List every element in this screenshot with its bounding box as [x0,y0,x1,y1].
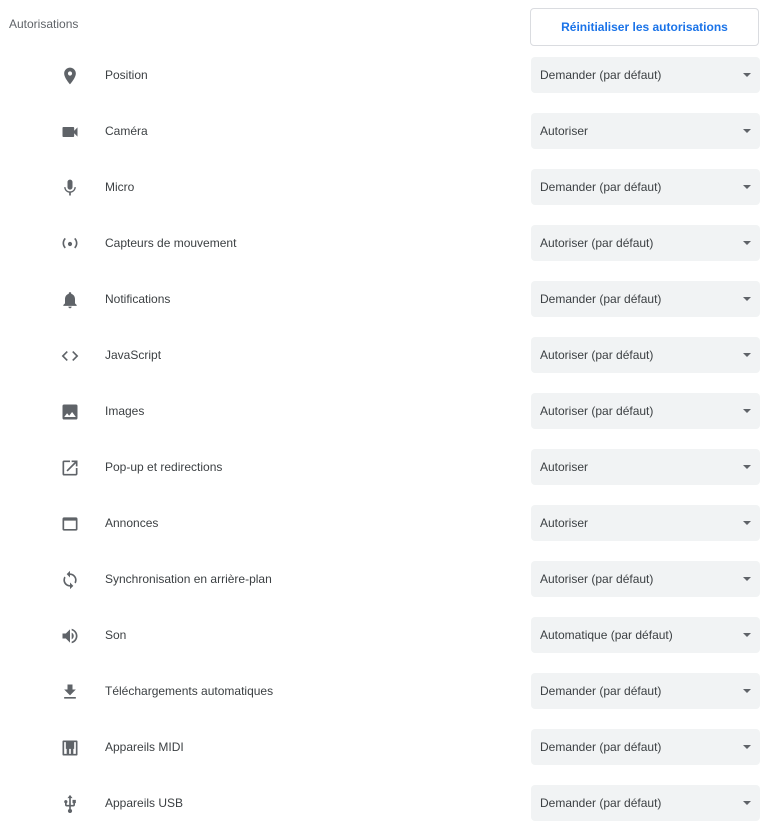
permission-row: Annonces Autoriser [0,496,761,552]
permission-select-value: Demander (par défaut) [540,68,662,82]
permission-select[interactable]: Automatique (par défaut) [531,617,760,653]
permission-label: Images [105,404,145,418]
permission-select-value: Demander (par défaut) [540,740,662,754]
permission-label: JavaScript [105,348,162,362]
permission-select-value: Demander (par défaut) [540,796,662,810]
section-title: Autorisations [9,17,79,31]
permission-label: Annonces [105,516,159,530]
permission-select[interactable]: Autoriser [531,113,760,149]
permission-row: Micro Demander (par défaut) [0,160,761,216]
permissions-list: Position Demander (par défaut) Caméra Autor… [0,48,761,832]
camera-icon [58,120,82,144]
permission-label: Pop-up et redirections [105,460,223,474]
permission-select[interactable]: Autoriser [531,505,760,541]
usb-icon [58,792,82,816]
permission-row: Pop-up et redirections Autoriser [0,440,761,496]
permission-select-value: Autoriser (par défaut) [540,404,654,418]
permission-select[interactable]: Demander (par défaut) [531,281,760,317]
permission-select[interactable]: Demander (par défaut) [531,785,760,821]
bell-icon [58,288,82,312]
permission-select-value: Autoriser (par défaut) [540,572,654,586]
dropdown-arrow-icon [742,574,752,584]
permission-select-value: Autoriser [540,460,589,474]
permission-select-value: Autoriser (par défaut) [540,348,654,362]
permission-row: Capteurs de mouvement Autoriser (par défa… [0,216,761,272]
dropdown-arrow-icon [742,126,752,136]
open-in-new-icon [58,456,82,480]
permissions-header: Autorisations Réinitialiser les autorisa… [0,0,761,48]
permission-select[interactable]: Demander (par défaut) [531,673,760,709]
motion-sensor-icon [58,232,82,256]
permission-select[interactable]: Demander (par défaut) [531,57,760,93]
permission-label: Position [105,68,148,82]
permission-label: Synchronisation en arrière-plan [105,572,272,586]
permission-row: Appareils MIDI Demander (par défaut) [0,720,761,776]
reset-permissions-button[interactable]: Réinitialiser les autorisations [530,8,759,46]
dropdown-arrow-icon [742,70,752,80]
sync-icon [58,568,82,592]
permission-label: Appareils MIDI [105,740,184,754]
dropdown-arrow-icon [742,798,752,808]
dropdown-arrow-icon [742,630,752,640]
download-icon [58,680,82,704]
permission-select-value: Autoriser [540,124,589,138]
permission-row: Synchronisation en arrière-plan Autoriser… [0,552,761,608]
permission-label: Caméra [105,124,148,138]
piano-keyboard-icon [58,736,82,760]
permission-label: Micro [105,180,135,194]
permission-label: Capteurs de mouvement [105,236,237,250]
speaker-icon [58,624,82,648]
permission-select-value: Automatique (par défaut) [540,628,673,642]
image-icon [58,400,82,424]
permission-row: Téléchargements automatiques Demander (pa… [0,664,761,720]
permission-select[interactable]: Autoriser (par défaut) [531,337,760,373]
permission-select-value: Autoriser (par défaut) [540,236,654,250]
dropdown-arrow-icon [742,406,752,416]
permission-label: Notifications [105,292,171,306]
permission-select-value: Demander (par défaut) [540,684,662,698]
permission-select[interactable]: Demander (par défaut) [531,169,760,205]
permission-label: Son [105,628,127,642]
permission-row: Notifications Demander (par défaut) [0,272,761,328]
dropdown-arrow-icon [742,742,752,752]
dropdown-arrow-icon [742,238,752,248]
dropdown-arrow-icon [742,462,752,472]
permission-row: Images Autoriser (par défaut) [0,384,761,440]
dropdown-arrow-icon [742,294,752,304]
permission-select-value: Autoriser [540,516,589,530]
permission-row: Caméra Autoriser [0,104,761,160]
permission-row: JavaScript Autoriser (par défaut) [0,328,761,384]
permission-label: Téléchargements automatiques [105,684,274,698]
permission-select[interactable]: Demander (par défaut) [531,729,760,765]
permission-row: Position Demander (par défaut) [0,48,761,104]
dropdown-arrow-icon [742,350,752,360]
dropdown-arrow-icon [742,686,752,696]
permission-select[interactable]: Autoriser (par défaut) [531,225,760,261]
permission-select-value: Demander (par défaut) [540,180,662,194]
permission-select[interactable]: Autoriser [531,449,760,485]
permission-row: Son Automatique (par défaut) [0,608,761,664]
location-pin-icon [58,64,82,88]
code-icon [58,344,82,368]
permission-select[interactable]: Autoriser (par défaut) [531,393,760,429]
dropdown-arrow-icon [742,182,752,192]
permission-select-value: Demander (par défaut) [540,292,662,306]
browser-window-icon [58,512,82,536]
permission-select[interactable]: Autoriser (par défaut) [531,561,760,597]
microphone-icon [58,176,82,200]
permission-label: Appareils USB [105,796,184,810]
dropdown-arrow-icon [742,518,752,528]
